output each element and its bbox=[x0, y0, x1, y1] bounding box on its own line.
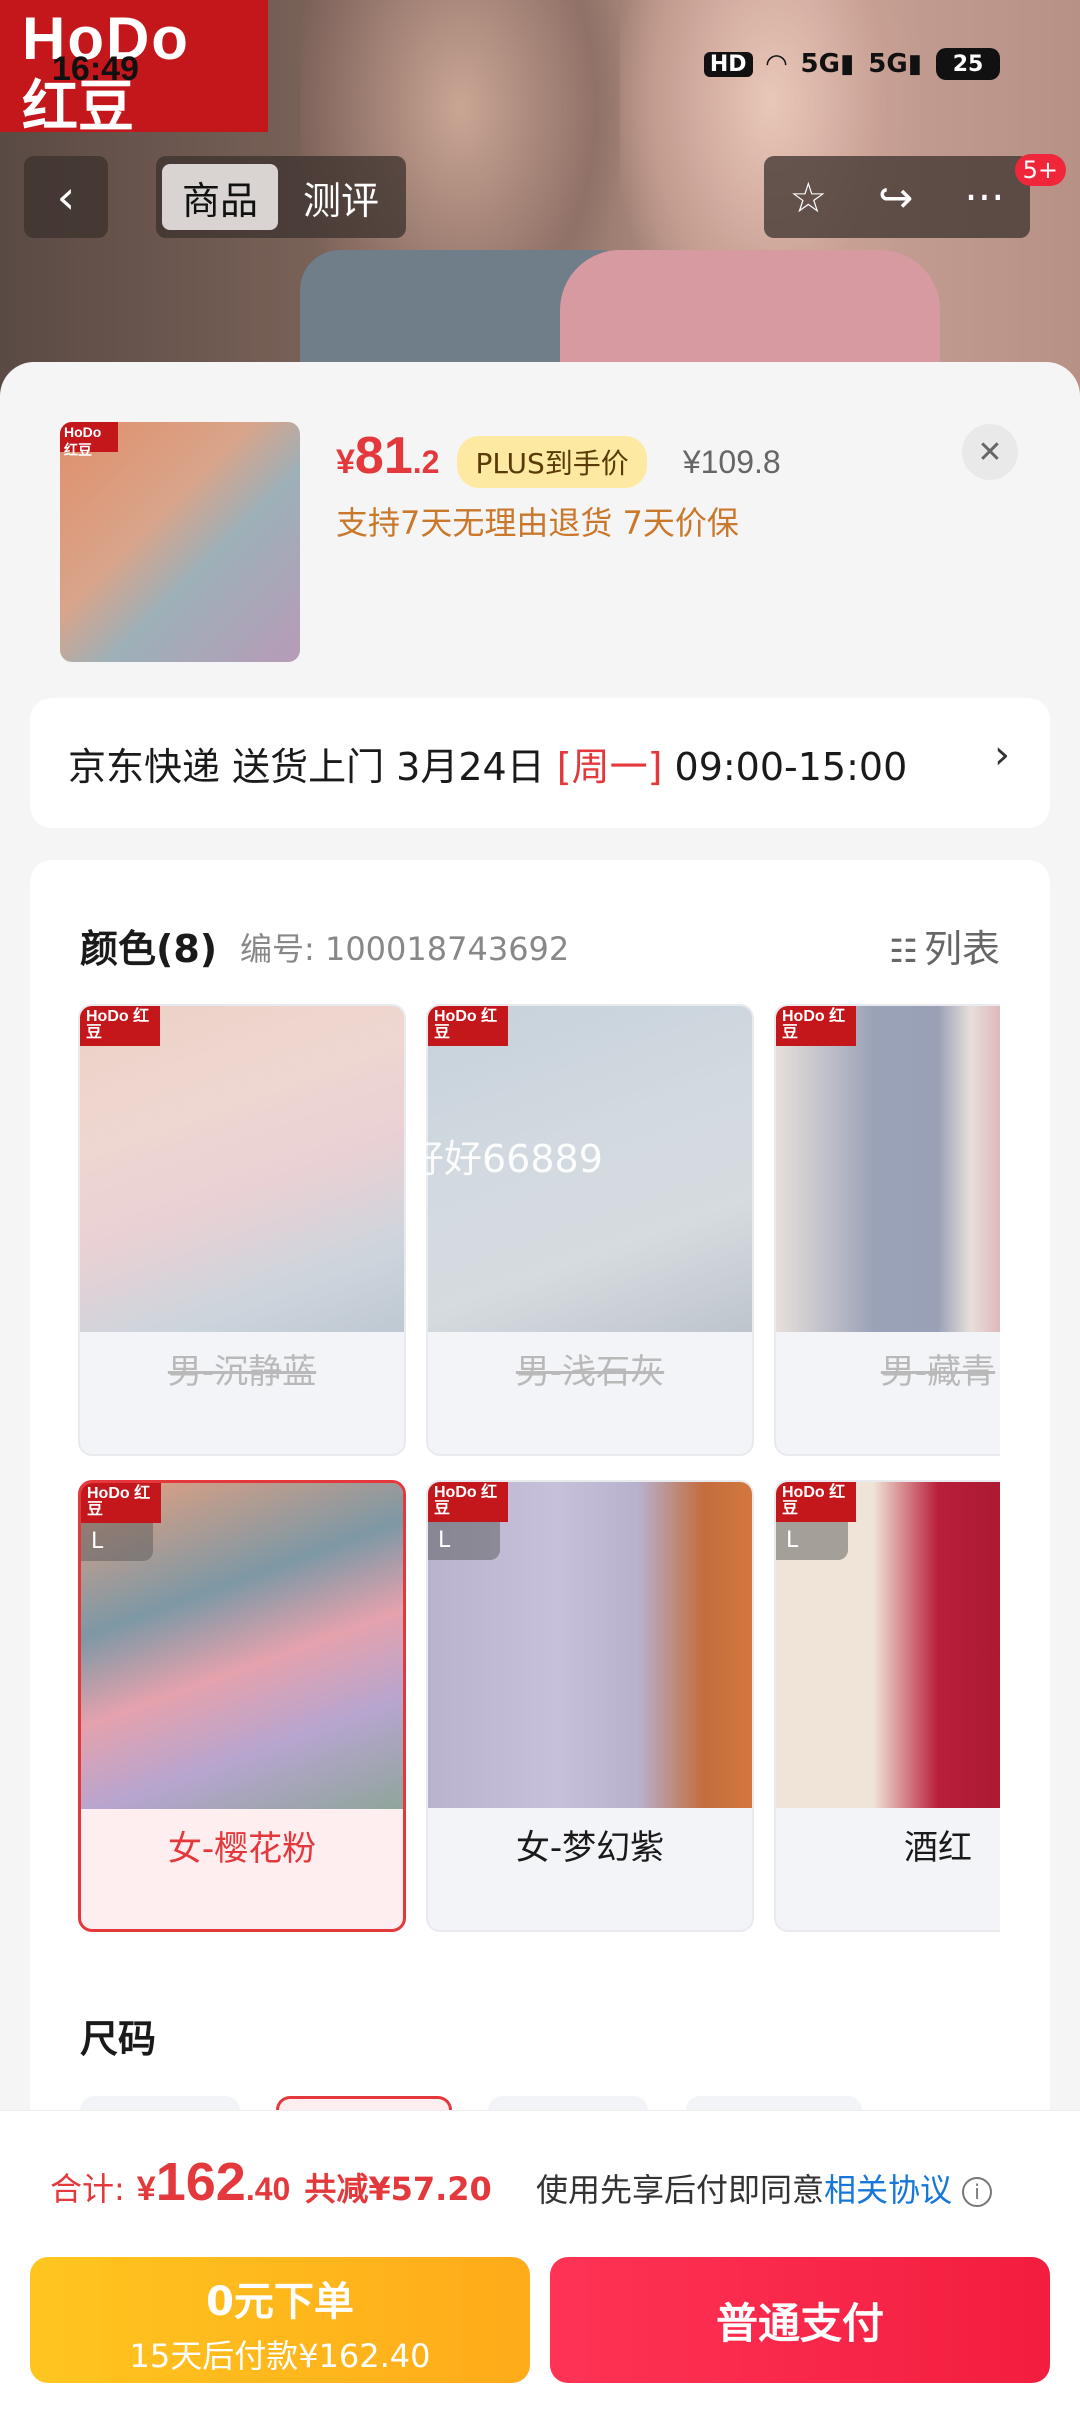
status-bar: 16:49 HD ◠ 5G▮ 5G▮ 25 bbox=[0, 40, 1080, 100]
pay-later-subtitle: 15天后付款¥162.40 bbox=[129, 2337, 431, 2375]
signal-icon-2: 5G▮ bbox=[868, 49, 922, 79]
current-price: ¥81.2 bbox=[336, 427, 440, 485]
delivery-row[interactable]: 京东快递 送货上门 3月24日 [周一] 09:00-15:00 › bbox=[30, 698, 1050, 828]
list-icon: ☷ bbox=[889, 932, 918, 970]
info-icon[interactable]: i bbox=[962, 2177, 993, 2207]
agreement-link[interactable]: 相关协议 bbox=[824, 2171, 952, 2209]
battery-icon: 25 bbox=[936, 48, 1000, 80]
delivery-weekday: [周一] bbox=[556, 745, 663, 789]
brand-tag: HoDo 红豆 bbox=[428, 1482, 508, 1522]
checkout-bar: 合计: ¥ 162 .40 共减¥57.20 使用先享后付即同意相关协议 i 0元… bbox=[0, 2110, 1080, 2412]
pay-later-title: 0元下单 bbox=[206, 2279, 354, 2325]
clock: 16:49 bbox=[52, 50, 139, 88]
chevron-left-icon: ‹ bbox=[56, 170, 76, 224]
promo-text: 支持7天无理由退货 7天价保 bbox=[336, 504, 739, 542]
nav-tabs: 商品 测评 bbox=[156, 156, 406, 238]
brand-tag: HoDo 红豆 bbox=[776, 1482, 856, 1522]
color-option-image bbox=[80, 1006, 404, 1332]
size-chip: L bbox=[81, 1523, 153, 1561]
total-label: 合计: bbox=[50, 2170, 125, 2208]
color-option-male-light-gray[interactable]: HoDo 红豆 男-浅石灰 bbox=[426, 1004, 754, 1456]
color-option-wine-red[interactable]: HoDo 红豆 L 酒红 bbox=[774, 1480, 1000, 1932]
delivery-text: 京东快递 送货上门 3月24日 [周一] 09:00-15:00 bbox=[68, 745, 908, 789]
list-view-toggle[interactable]: ☷ 列表 bbox=[889, 918, 1000, 973]
pay-later-button[interactable]: 0元下单 15天后付款¥162.40 bbox=[30, 2257, 530, 2383]
color-section: 颜色(8) 编号: 100018743692 ☷ 列表 HoDo 红豆 男-沉静蓝… bbox=[30, 860, 1050, 2160]
color-option-label: 女-梦幻紫 bbox=[515, 1828, 665, 1868]
color-option-image bbox=[776, 1006, 1000, 1332]
color-option-label: 男-藏青 bbox=[880, 1352, 996, 1392]
total-amount: 162 bbox=[155, 2152, 246, 2212]
share-icon[interactable]: ↪ bbox=[878, 173, 913, 222]
hd-icon: HD bbox=[703, 51, 753, 77]
brand-tag: HoDo 红豆 bbox=[428, 1006, 508, 1046]
color-option-male-navy[interactable]: HoDo 红豆 男-藏青 bbox=[774, 1004, 1000, 1456]
close-icon: ✕ bbox=[977, 434, 1003, 470]
tab-reviews[interactable]: 测评 bbox=[286, 164, 396, 230]
price-row: ¥81.2 PLUS到手价 ¥109.8 bbox=[336, 426, 781, 492]
size-chip: L bbox=[428, 1522, 500, 1560]
color-option-label: 女-樱花粉 bbox=[167, 1829, 317, 1869]
brand-tag: HoDo 红豆 bbox=[81, 1483, 161, 1523]
back-button[interactable]: ‹ bbox=[24, 156, 108, 238]
color-option-label: 男-浅石灰 bbox=[515, 1352, 665, 1392]
normal-pay-button[interactable]: 普通支付 bbox=[550, 2257, 1050, 2383]
sku-number: 编号: 100018743692 bbox=[240, 930, 570, 968]
plus-price-badge: PLUS到手价 bbox=[457, 436, 647, 488]
tab-product[interactable]: 商品 bbox=[162, 164, 278, 230]
color-option-label: 酒红 bbox=[904, 1828, 972, 1868]
signal-icon: 5G▮ bbox=[800, 49, 855, 79]
wifi-icon: ◠ bbox=[766, 49, 787, 79]
color-option-label: 男-沉静蓝 bbox=[167, 1352, 317, 1392]
color-option-female-dream-purple[interactable]: HoDo 红豆 L 女-梦幻紫 bbox=[426, 1480, 754, 1932]
total-decimal: .40 bbox=[245, 2171, 291, 2207]
size-section-title: 尺码 bbox=[80, 2017, 157, 2061]
thumbnail-brand-tag: HoDo 红豆 bbox=[60, 422, 118, 458]
brand-tag: HoDo 红豆 bbox=[776, 1006, 856, 1046]
total-row: 合计: ¥ 162 .40 共减¥57.20 bbox=[50, 2151, 492, 2213]
brand-tag: HoDo 红豆 bbox=[80, 1006, 160, 1046]
size-chip: L bbox=[776, 1522, 848, 1560]
total-currency: ¥ bbox=[136, 2170, 156, 2208]
message-badge: 5+ bbox=[1014, 154, 1066, 186]
watermark-text: 好好66889 bbox=[406, 1137, 603, 1181]
color-option-male-calm-blue[interactable]: HoDo 红豆 男-沉静蓝 bbox=[78, 1004, 406, 1456]
color-option-female-sakura-pink[interactable]: HoDo 红豆 L 女-樱花粉 bbox=[78, 1480, 406, 1932]
star-icon[interactable]: ☆ bbox=[790, 173, 828, 222]
nav-actions: ☆ ↪ ··· bbox=[764, 156, 1030, 238]
status-icons: HD ◠ 5G▮ 5G▮ 25 bbox=[703, 48, 1000, 80]
original-price: ¥109.8 bbox=[682, 444, 781, 480]
agreement-text: 使用先享后付即同意相关协议 i bbox=[536, 2165, 993, 2211]
product-thumbnail: HoDo 红豆 bbox=[60, 422, 300, 662]
chevron-right-icon: › bbox=[994, 732, 1010, 778]
more-icon[interactable]: ··· bbox=[964, 173, 1004, 222]
close-button[interactable]: ✕ bbox=[962, 424, 1018, 480]
saved-amount: 共减¥57.20 bbox=[304, 2170, 492, 2208]
color-section-title: 颜色(8) bbox=[80, 927, 218, 971]
